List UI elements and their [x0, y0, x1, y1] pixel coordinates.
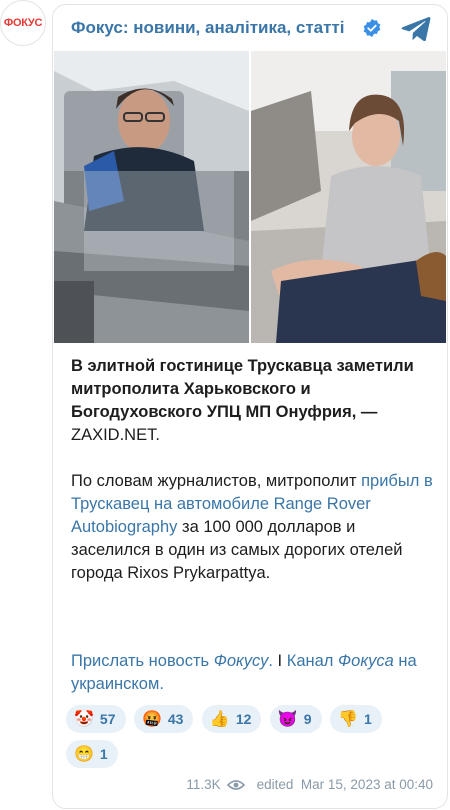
post-links: Прислать новость Фокусу. I Канал Фокуса …: [71, 650, 433, 696]
reaction-angry[interactable]: 🤬 43: [133, 705, 194, 733]
post-footer: 11.3K edited Mar 15, 2023 at 00:40: [186, 777, 433, 792]
photo-left[interactable]: [54, 51, 249, 343]
reaction-count: 12: [235, 711, 252, 727]
avatar-logo-text: ФОКУС: [3, 17, 43, 29]
reaction-count: 1: [99, 746, 108, 762]
reaction-clown[interactable]: 🤡 57: [66, 705, 126, 733]
views-count: 11.3K: [186, 777, 221, 792]
devil-emoji-icon: 😈: [277, 711, 298, 728]
verified-badge-icon: [363, 18, 381, 38]
channel-avatar[interactable]: ФОКУС: [0, 0, 46, 46]
angry-emoji-icon: 🤬: [141, 711, 162, 728]
post-headline: В элитной гостинице Трускавца заметили м…: [71, 357, 414, 444]
edited-label: edited: [256, 777, 294, 792]
photo-right[interactable]: [251, 51, 446, 343]
reaction-thumbs-down[interactable]: 👎 1: [330, 705, 382, 733]
photo-left-illustration: [54, 51, 249, 343]
eye-icon: [226, 779, 245, 790]
photo-right-illustration: [251, 51, 446, 343]
reaction-count: 1: [363, 711, 372, 727]
post-paragraph: По словам журналистов, митрополит прибыл…: [71, 472, 433, 582]
reactions-bar: 🤡 57 🤬 43 👍 12 😈 9 👎 1 😁 1: [66, 705, 436, 775]
reaction-count: 9: [303, 711, 312, 727]
thumbs-down-emoji-icon: 👎: [338, 711, 358, 728]
reaction-grin[interactable]: 😁 1: [66, 740, 118, 768]
thumbs-up-emoji-icon: 👍: [209, 711, 230, 728]
media-gallery[interactable]: [54, 51, 446, 343]
post-date[interactable]: Mar 15, 2023 at 00:40: [301, 777, 433, 792]
send-news-link[interactable]: Прислать новость Фокусу.: [71, 652, 273, 670]
source-text: ZAXID.NET.: [71, 426, 160, 444]
grin-emoji-icon: 😁: [74, 746, 94, 763]
links-separator: I: [272, 652, 287, 670]
reaction-devil[interactable]: 😈 9: [269, 705, 322, 733]
reaction-thumbs-up[interactable]: 👍 12: [201, 705, 262, 733]
post-text: В элитной гостинице Трускавца заметили м…: [71, 355, 433, 608]
reaction-count: 43: [167, 711, 184, 727]
reaction-count: 57: [99, 711, 116, 727]
post-card: Фокус: новини, аналітика, статті В элитн…: [52, 4, 448, 809]
channel-title[interactable]: Фокус: новини, аналітика, статті: [71, 18, 345, 38]
telegram-icon[interactable]: [401, 15, 431, 41]
post-header: Фокус: новини, аналітика, статті: [53, 5, 447, 51]
clown-emoji-icon: 🤡: [74, 711, 94, 728]
